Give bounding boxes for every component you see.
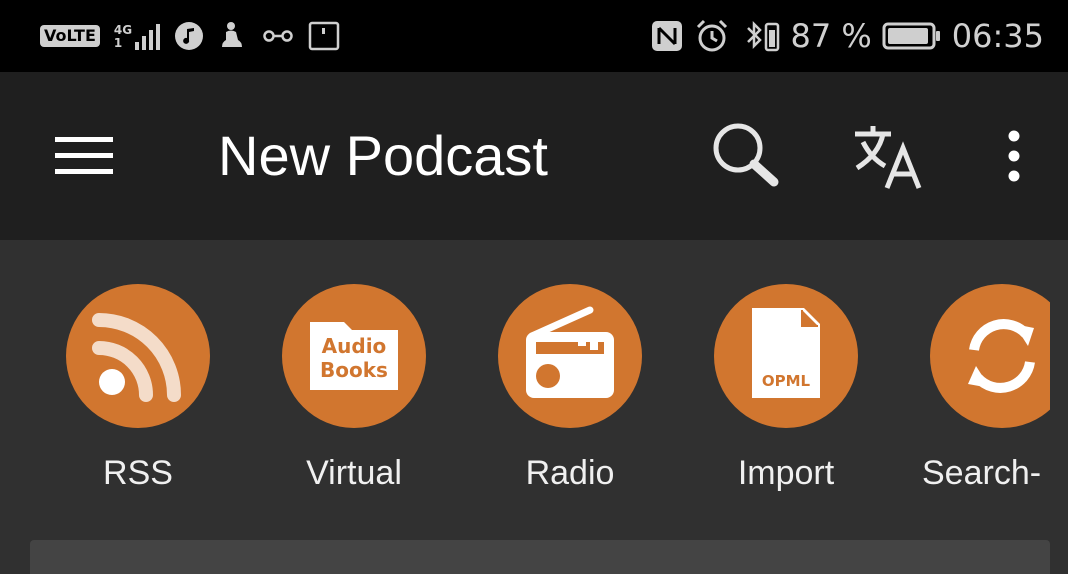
shortcut-label: Virtual	[306, 454, 402, 492]
search-circle	[930, 284, 1050, 428]
alarm-icon	[697, 19, 728, 52]
menu-icon	[55, 137, 113, 174]
shortcut-label: Import	[737, 454, 835, 492]
shortcut-import[interactable]: OPML Import	[706, 284, 866, 504]
nfc-icon	[652, 21, 683, 51]
translate-icon	[855, 126, 922, 189]
shortcut-radio[interactable]: Radio	[490, 284, 650, 504]
status-bar-left: VoLTE 4G 1	[40, 16, 340, 56]
opml-file-icon	[752, 308, 820, 398]
battery-percent: 87 %	[790, 17, 872, 55]
status-bar: VoLTE 4G 1 87 % 06:35	[0, 0, 1068, 72]
app-bar: New Podcast	[0, 72, 1068, 240]
shortcut-search-clip: Search-	[900, 284, 1050, 504]
shortcut-label: Radio	[525, 454, 615, 492]
shortcut-label: Search-	[922, 454, 1042, 492]
shortcut-label: RSS	[103, 454, 173, 492]
menu-button[interactable]	[40, 116, 128, 196]
audio-books-text: Audio Books	[320, 334, 388, 382]
sim-slot: 1	[113, 36, 123, 50]
bluetooth-battery-icon	[747, 20, 780, 52]
clock: 06:35	[951, 17, 1044, 55]
signal-bars-icon	[135, 22, 161, 50]
opml-text: OPML	[761, 372, 811, 390]
translate-button[interactable]	[848, 116, 928, 196]
shortcut-virtual[interactable]: Audio Books Virtual	[274, 284, 434, 504]
music-note-icon	[175, 22, 204, 50]
shortcut-rss[interactable]: RSS	[58, 284, 218, 504]
signal-indicator: 4G 1	[113, 22, 161, 50]
page-title: New Podcast	[218, 124, 548, 187]
volte-badge: VoLTE	[40, 25, 100, 47]
app-notification-icon	[222, 22, 243, 47]
rss-icon	[92, 313, 181, 402]
battery-icon	[882, 22, 940, 50]
rss-circle	[66, 284, 210, 428]
import-circle: OPML	[714, 284, 858, 428]
sync-icon	[968, 319, 1035, 393]
voicemail-icon	[263, 30, 293, 42]
shortcut-search[interactable]: Search-	[922, 284, 1050, 504]
virtual-circle: Audio Books	[282, 284, 426, 428]
screen-icon	[308, 21, 340, 51]
status-bar-right: 87 % 06:35	[650, 16, 1044, 56]
search-button[interactable]	[704, 116, 784, 196]
add-podcast-options: RSS Audio Books Virtual Radio OPML Impor…	[0, 240, 1068, 540]
content-card	[30, 540, 1050, 574]
more-options-button[interactable]	[974, 116, 1054, 196]
radio-circle	[498, 284, 642, 428]
more-vert-icon	[1008, 130, 1020, 182]
radio-icon	[526, 306, 614, 398]
search-icon	[713, 123, 779, 187]
